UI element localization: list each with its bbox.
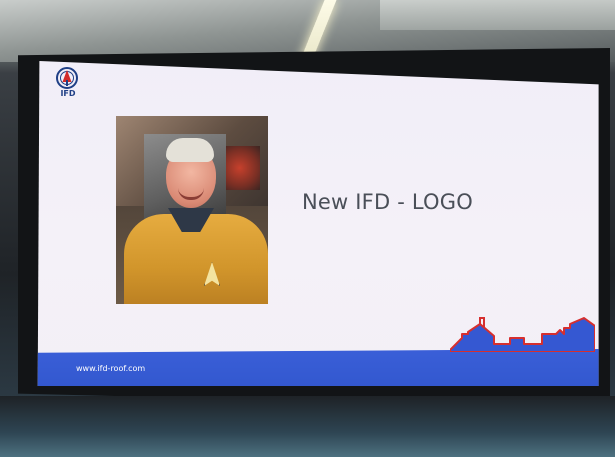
presentation-slide: IFD New IFD - LOGO www.ifd-roof.com: [37, 60, 599, 386]
person-photo: [116, 116, 268, 304]
hair: [166, 138, 214, 162]
room-lower-area: [0, 396, 615, 457]
roofline-houses-icon: [450, 317, 595, 352]
ceiling-panel: [380, 0, 615, 30]
logo-text: IFD: [60, 89, 76, 98]
slide-title: New IFD - LOGO: [302, 190, 473, 214]
conference-room-scene: IFD New IFD - LOGO www.ifd-roof.com: [0, 0, 615, 457]
footer-url: www.ifd-roof.com: [76, 364, 146, 373]
photo-red-light: [226, 146, 260, 190]
